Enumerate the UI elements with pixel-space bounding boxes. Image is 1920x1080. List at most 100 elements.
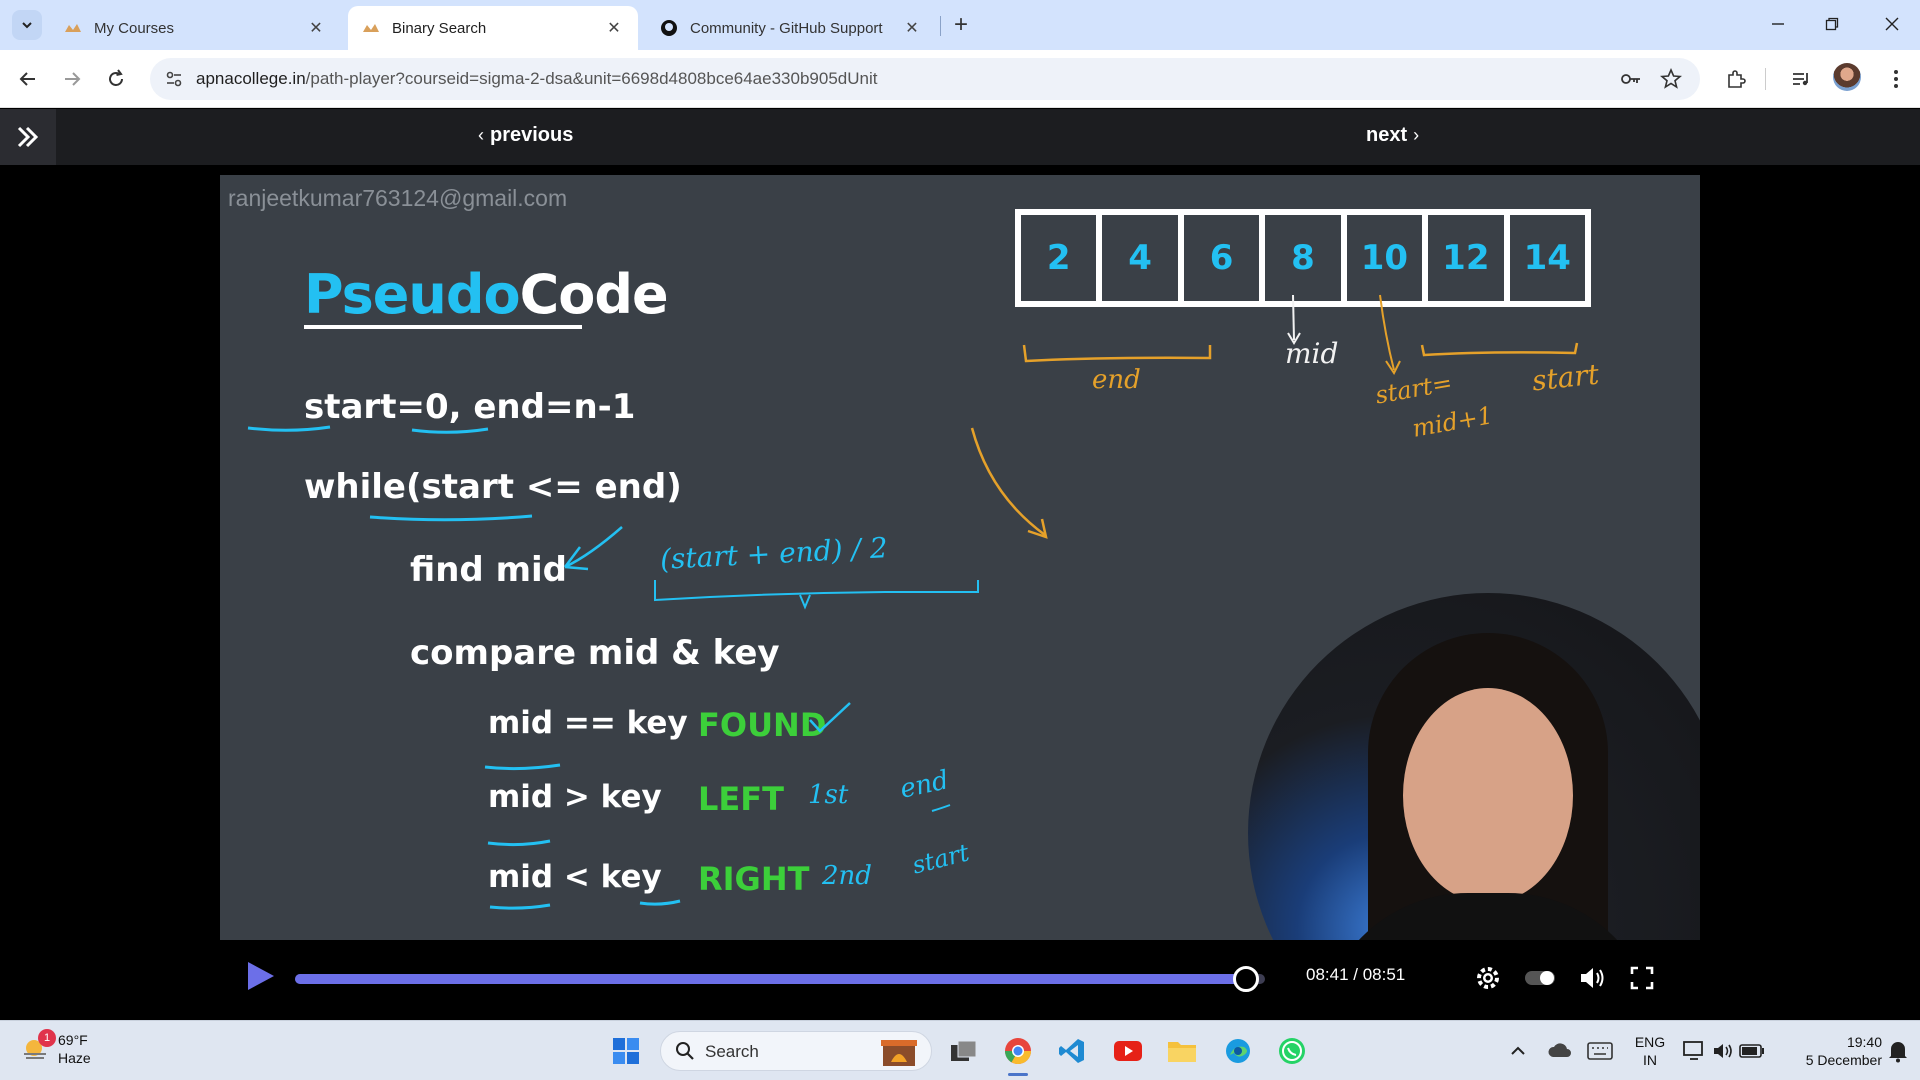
arrow-left-icon <box>19 72 35 86</box>
reload-icon <box>109 69 123 86</box>
windows-icon <box>613 1038 639 1064</box>
double-chevron-right-icon <box>17 126 39 148</box>
fullscreen-icon <box>1630 966 1654 990</box>
clock[interactable]: 19:40 5 December <box>1772 1033 1882 1069</box>
play-icon <box>248 962 274 990</box>
address-bar[interactable]: apnacollege.in/path-player?courseid=sigm… <box>150 58 1700 100</box>
tab-title: My Courses <box>94 19 175 37</box>
extensions-button[interactable] <box>1720 63 1752 95</box>
media-control-button[interactable] <box>1785 63 1817 95</box>
close-window-button[interactable] <box>1872 8 1912 40</box>
tab-strip: My Courses ✕ Binary Search ✕ Community -… <box>0 0 1920 50</box>
restore-button[interactable] <box>1812 8 1852 40</box>
tab-search-button[interactable] <box>12 10 42 40</box>
folder-icon <box>1168 1042 1196 1062</box>
apna-college-icon <box>64 19 82 37</box>
player-controls: 08:41 / 08:51 <box>220 940 1700 1020</box>
video-frame[interactable]: ranjeetkumar763124@gmail.com PseudoCode … <box>220 175 1700 940</box>
minimize-icon <box>1772 23 1784 25</box>
course-navbar: ‹ previous next › <box>0 109 1920 165</box>
restore-icon <box>1825 17 1839 31</box>
chevron-right-icon: › <box>1413 125 1420 145</box>
annotation-first: 1st <box>808 780 849 810</box>
start-button[interactable] <box>606 1031 646 1071</box>
close-icon <box>1885 17 1899 31</box>
arrow-right-icon <box>65 72 81 86</box>
annotation-strokes <box>247 294 1579 910</box>
playlist-icon <box>1793 73 1808 86</box>
minimize-button[interactable] <box>1758 8 1798 40</box>
back-button[interactable] <box>12 63 44 95</box>
tab-binary-search[interactable]: Binary Search ✕ <box>348 6 638 50</box>
keyboard-button[interactable] <box>1580 1031 1620 1071</box>
ambient-toggle[interactable] <box>1522 960 1558 996</box>
annotation-second: 2nd <box>822 861 872 891</box>
search-highlight-icon <box>879 1036 919 1073</box>
forward-button[interactable] <box>56 63 88 95</box>
volume-icon <box>1581 968 1604 988</box>
cloud-icon <box>1548 1043 1571 1057</box>
plus-icon: + <box>953 11 968 38</box>
next-link[interactable]: next › <box>1366 124 1419 147</box>
weather-temp: 69°F <box>58 1032 88 1048</box>
vscode-icon <box>1059 1039 1084 1063</box>
tab-title: Community - GitHub Support <box>690 19 883 37</box>
settings-button[interactable] <box>1470 960 1506 996</box>
volume-button[interactable] <box>1575 960 1611 996</box>
play-button[interactable] <box>242 958 282 998</box>
bookmark-star-icon[interactable] <box>1659 67 1683 95</box>
close-icon[interactable]: ✕ <box>604 18 624 38</box>
puzzle-icon <box>1728 70 1746 88</box>
site-info-icon[interactable] <box>164 69 184 94</box>
fullscreen-button[interactable] <box>1624 960 1660 996</box>
previous-link[interactable]: ‹ previous <box>478 124 573 147</box>
onedrive-button[interactable] <box>1540 1031 1580 1071</box>
edge-taskbar-button[interactable] <box>1218 1031 1258 1071</box>
keyboard-icon <box>1587 1042 1613 1060</box>
vscode-taskbar-button[interactable] <box>1052 1031 1092 1071</box>
profile-avatar[interactable] <box>1833 63 1861 91</box>
youtube-taskbar-button[interactable] <box>1108 1031 1148 1071</box>
url-text: apnacollege.in/path-player?courseid=sigm… <box>196 69 878 88</box>
show-hidden-icons-button[interactable] <box>1498 1031 1538 1071</box>
apna-college-icon <box>362 19 380 37</box>
tab-my-courses[interactable]: My Courses ✕ <box>50 6 340 50</box>
whatsapp-taskbar-button[interactable] <box>1272 1031 1312 1071</box>
notifications-button[interactable] <box>1878 1031 1918 1071</box>
progress-handle[interactable] <box>1232 966 1259 992</box>
toolbar-separator <box>1765 68 1766 90</box>
new-tab-button[interactable]: + <box>948 11 974 38</box>
annotation-end: end <box>1092 365 1141 395</box>
chevron-left-icon: ‹ <box>478 125 484 145</box>
weather-desc: Haze <box>58 1050 91 1066</box>
bell-icon <box>1889 1042 1907 1063</box>
battery-button[interactable] <box>1732 1031 1772 1071</box>
task-view-icon <box>951 1040 977 1061</box>
progress-bar[interactable] <box>295 966 1265 992</box>
active-app-indicator <box>1008 1073 1028 1076</box>
chevron-down-icon <box>22 22 32 29</box>
file-explorer-button[interactable] <box>1162 1031 1202 1071</box>
sidebar-toggle-button[interactable] <box>0 109 56 165</box>
password-key-icon[interactable] <box>1620 69 1642 94</box>
notification-badge: 1 <box>38 1029 56 1047</box>
windows-taskbar: 69°F Haze 1 Search ENG IN 19:40 5 Decemb… <box>0 1020 1920 1080</box>
annotation-start: start <box>1530 357 1601 398</box>
annotation-mid: mid <box>1285 337 1339 370</box>
tab-github-support[interactable]: Community - GitHub Support ✕ <box>646 6 936 50</box>
language-indicator[interactable]: ENG IN <box>1630 1033 1670 1069</box>
tab-separator <box>940 16 941 36</box>
chrome-taskbar-button[interactable] <box>998 1031 1038 1071</box>
task-view-button[interactable] <box>944 1031 984 1071</box>
menu-button[interactable] <box>1880 63 1912 95</box>
reload-button[interactable] <box>100 63 132 95</box>
close-icon[interactable]: ✕ <box>306 18 326 38</box>
time-display: 08:41 / 08:51 <box>1306 965 1406 984</box>
gear-icon <box>1477 967 1499 989</box>
monitor-icon <box>1683 1041 1703 1060</box>
close-icon[interactable]: ✕ <box>902 18 922 38</box>
taskbar-search[interactable]: Search <box>660 1031 932 1071</box>
more-vert-icon <box>1894 70 1898 88</box>
chevron-up-icon <box>1511 1046 1525 1055</box>
youtube-icon <box>1114 1041 1142 1061</box>
